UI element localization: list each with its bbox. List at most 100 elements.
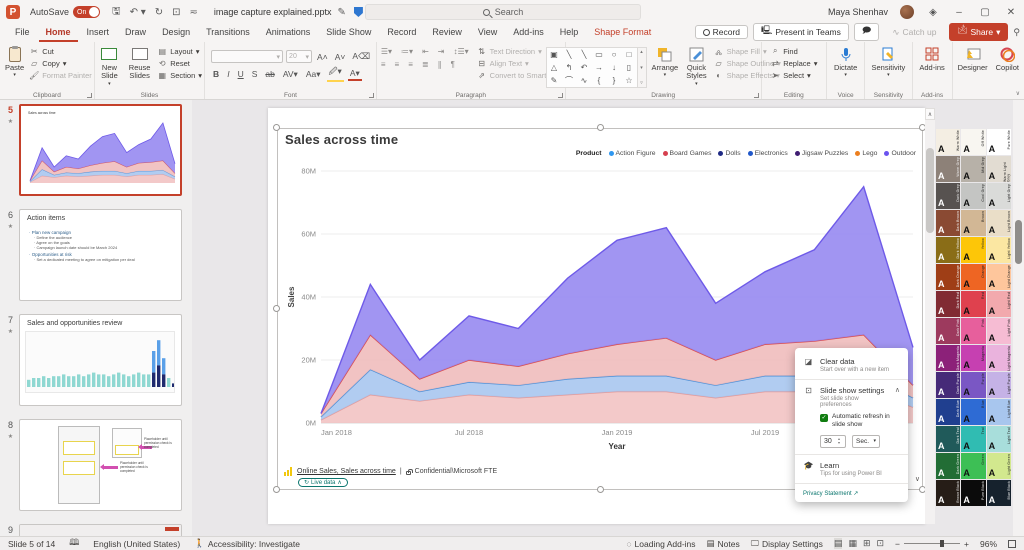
spellcheck-status[interactable]: 🕮 <box>69 537 79 550</box>
refresh-interval-input[interactable]: ▴▾ <box>820 435 846 448</box>
notes-button[interactable]: ▤Notes <box>707 538 740 549</box>
decrease-font-icon[interactable]: A˅ <box>333 52 348 62</box>
avatar[interactable] <box>900 5 914 19</box>
present-in-teams-button[interactable]: 🖳Present in Teams <box>753 23 849 41</box>
zoom-level[interactable]: 96% <box>980 539 997 549</box>
swatch-light-brown[interactable]: ALight Brown <box>987 210 1011 236</box>
window-scrollbar-thumb[interactable] <box>1015 220 1022 264</box>
legend-item-lego[interactable]: Lego <box>855 150 877 157</box>
tab-transitions[interactable]: Transitions <box>199 25 257 42</box>
swatch-off-white[interactable]: AOff White <box>961 129 985 155</box>
shape-glyph-3[interactable]: ▭ <box>592 48 607 61</box>
swatch-dark-pink[interactable]: ADark Pink <box>936 318 960 344</box>
layout-button[interactable]: ▤Layout ▾ <box>157 46 202 56</box>
underline-button[interactable]: U <box>236 69 246 79</box>
slide-thumbnail-6[interactable]: 6★Action items· Plan new campaign· Defin… <box>2 209 186 301</box>
save-icon[interactable]: 🖫 <box>112 4 121 21</box>
zoom-in-icon[interactable]: + <box>964 539 969 549</box>
shape-glyph-4[interactable]: ○ <box>607 48 622 61</box>
swatch-pure-black[interactable]: APure Black <box>961 480 985 506</box>
tab-view[interactable]: View <box>471 25 504 42</box>
swatch-light-teal[interactable]: ALight Teal <box>987 426 1011 452</box>
character-spacing-button[interactable]: AV▾ <box>281 69 300 80</box>
shape-glyph-17[interactable]: ☆ <box>622 74 637 87</box>
slide-sorter-view-button[interactable]: ▦ <box>848 538 857 549</box>
slide-show-settings-item[interactable]: ⊡ Slide show settingsSet slide show pref… <box>795 383 908 411</box>
dictate-button[interactable]: Dictate▾ <box>831 44 860 80</box>
document-title[interactable]: image capture explained.pptx <box>214 7 332 17</box>
legend-item-action-figure[interactable]: Action Figure <box>609 150 656 157</box>
paste-button[interactable]: Paste▾ <box>2 44 27 80</box>
arrange-button[interactable]: Arrange▾ <box>649 44 682 80</box>
comments-button[interactable]: 🗩 <box>854 23 879 41</box>
swatch-light-purple[interactable]: ALight Purple <box>987 372 1011 398</box>
shape-glyph-10[interactable]: ↓ <box>607 61 622 74</box>
search-input[interactable]: Search <box>365 4 641 20</box>
autosave-toggle[interactable]: On <box>73 6 100 18</box>
tab-design[interactable]: Design <box>155 25 197 42</box>
slide-thumbnail-9[interactable]: 9★ <box>2 524 186 536</box>
tab-file[interactable]: File <box>8 25 37 42</box>
format-painter-button[interactable]: 🖌Format Painter <box>29 70 92 80</box>
catch-up-button[interactable]: ∿Catch up <box>884 25 944 40</box>
new-slide-button[interactable]: New Slide▾ <box>97 44 122 88</box>
shape-glyph-11[interactable]: ▯ <box>622 61 637 74</box>
learn-item[interactable]: 🎓 LearnTips for using Power BI <box>795 458 908 480</box>
align-left-button[interactable]: ≡ <box>379 60 388 69</box>
swatch-warm-white[interactable]: AWarm White <box>936 129 960 155</box>
font-size-select[interactable]: 20▾ <box>286 50 312 63</box>
swatch-pure-white[interactable]: APure White <box>987 129 1011 155</box>
align-right-button[interactable]: ≡ <box>406 60 415 69</box>
handle-mid-left[interactable] <box>273 305 280 312</box>
copilot-button[interactable]: Copilot <box>993 44 1022 73</box>
clear-data-item[interactable]: ◪ Clear dataStart over with a new item <box>795 354 908 376</box>
record-button[interactable]: Record <box>695 25 748 39</box>
shape-glyph-5[interactable]: □ <box>622 48 637 61</box>
increase-font-icon[interactable]: A˄ <box>315 52 330 62</box>
interval-unit-select[interactable]: Sec.▾ <box>852 435 880 448</box>
swatch-red[interactable]: ARed <box>961 291 985 317</box>
swatch-light-blue[interactable]: ALight Blue <box>987 399 1011 425</box>
numbering-button[interactable]: ≔▾ <box>399 47 415 56</box>
tab-home[interactable]: Home <box>39 25 78 42</box>
tab-insert[interactable]: Insert <box>80 25 117 42</box>
reset-button[interactable]: ⟲Reset <box>157 58 202 68</box>
close-button[interactable]: ✕ <box>1004 7 1018 18</box>
shape-glyph-8[interactable]: ↶ <box>577 61 592 74</box>
line-spacing-button[interactable]: ↕☰▾ <box>451 47 470 56</box>
drawing-dialog-launcher[interactable] <box>754 93 759 98</box>
slide-thumbnail-box[interactable]: Sales across time <box>19 104 182 196</box>
display-settings-button[interactable]: 🖵Display Settings <box>751 538 823 549</box>
reuse-slides-button[interactable]: Reuse Slides <box>124 44 155 82</box>
swatch-dark-green[interactable]: ADark Green <box>936 453 960 479</box>
clipboard-dialog-launcher[interactable] <box>87 93 92 98</box>
tab-help[interactable]: Help <box>553 25 586 42</box>
pin-ribbon-icon[interactable]: ⚲ <box>1013 27 1020 38</box>
tab-draw[interactable]: Draw <box>118 25 153 42</box>
legend-item-outdoor[interactable]: Outdoor <box>884 150 916 157</box>
swatch-yellow[interactable]: AYellow <box>961 237 985 263</box>
live-data-badge[interactable]: ↻Live data ∧ <box>298 478 348 487</box>
align-center-button[interactable]: ≡ <box>393 60 402 69</box>
swatch-light-pink[interactable]: ALight Pink <box>987 318 1011 344</box>
swatch-light-orange[interactable]: ALight Orange <box>987 264 1011 290</box>
shape-glyph-6[interactable]: △ <box>547 61 562 74</box>
customize-qat-icon[interactable]: ≂ <box>190 7 198 18</box>
swatch-mid-grey[interactable]: AMid Grey <box>961 156 985 182</box>
swatch-dark-purple[interactable]: ADark Purple <box>936 372 960 398</box>
paragraph-marks-button[interactable]: ¶ <box>449 60 457 69</box>
quick-styles-button[interactable]: Quick Styles▾ <box>683 44 709 88</box>
shape-glyph-7[interactable]: ↰ <box>562 61 577 74</box>
handle-top-left[interactable] <box>273 124 280 131</box>
swatch-teal[interactable]: ATeal <box>961 426 985 452</box>
swatch-brown[interactable]: ABrown <box>961 210 985 236</box>
spinner-icons[interactable]: ▴▾ <box>838 437 840 445</box>
slide-thumbnail-box[interactable]: Action items· Plan new campaign· Define … <box>19 209 182 301</box>
find-button[interactable]: ⌕Find <box>770 46 817 56</box>
copy-button[interactable]: ▱Copy ▾ <box>29 58 92 68</box>
checkbox-checked-icon[interactable]: ✓ <box>820 414 828 422</box>
designer-button[interactable]: Designer <box>955 44 991 73</box>
swatch-light-green[interactable]: ALight Green <box>987 453 1011 479</box>
slide-thumbnail-8[interactable]: 8★Placeholder until permission check is … <box>2 419 186 511</box>
legend-item-electronics[interactable]: Electronics <box>748 150 788 157</box>
